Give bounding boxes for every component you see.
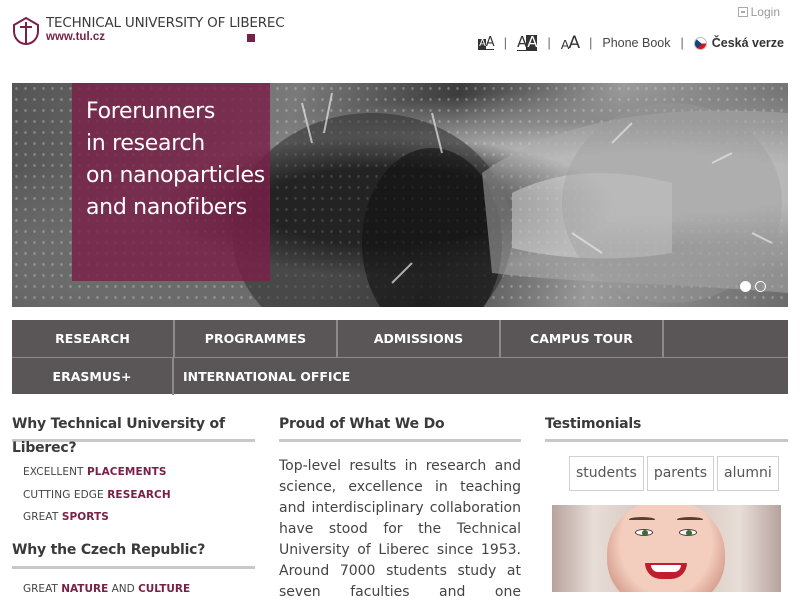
slider-dots (740, 281, 766, 292)
czech-heading: Why the Czech Republic? (12, 540, 255, 569)
czech-item-keyword-2: CULTURE (138, 582, 191, 595)
login-link[interactable]: Login (737, 5, 780, 19)
czech-list: GREAT NATURE AND CULTURE (12, 581, 255, 597)
testimonial-photo[interactable] (552, 505, 781, 592)
tab-parents[interactable]: parents (646, 456, 714, 491)
font-size-medium-label: A (516, 33, 527, 51)
toolbar-separator: | (589, 36, 593, 50)
tab-alumni[interactable]: alumni (717, 456, 779, 491)
nav-item-empty (664, 320, 788, 357)
university-emblem-icon (13, 16, 39, 46)
login-label: Login (750, 5, 780, 19)
testimonials-tabs: students parents alumni (569, 456, 788, 491)
font-size-medium-button[interactable]: AA (516, 33, 538, 51)
testimonials-column: Testimonials students parents alumni (545, 414, 788, 592)
nav-item-programmes[interactable]: PROGRAMMES (175, 320, 338, 357)
why-item-placements[interactable]: EXCELLENT PLACEMENTS (12, 461, 255, 484)
nav-item-international-office[interactable]: INTERNATIONAL OFFICE (174, 358, 474, 395)
czech-item-connector: AND (111, 582, 135, 595)
hero-caption: Forerunners in research on nanoparticles… (86, 96, 266, 224)
why-item-keyword: PLACEMENTS (87, 466, 167, 478)
testimonial-face-image (607, 505, 725, 592)
face-brow (677, 517, 703, 522)
proud-column: Proud of What We Do Top-level results in… (279, 414, 521, 600)
czech-item-nature-culture[interactable]: GREAT NATURE AND CULTURE (12, 581, 255, 597)
hero-caption-line: and nanofibers (86, 195, 247, 220)
toolbar-separator: | (547, 36, 551, 50)
proud-heading: Proud of What We Do (279, 414, 521, 442)
nav-row-1: RESEARCH PROGRAMMES ADMISSIONS CAMPUS TO… (12, 320, 788, 357)
face-mouth (645, 563, 687, 579)
font-size-large-label: A (560, 38, 570, 53)
why-list: EXCELLENT PLACEMENTS CUTTING EDGE RESEAR… (12, 461, 255, 529)
font-size-small-label-2: A (485, 35, 495, 50)
font-size-small-label: A (478, 38, 486, 50)
why-item-prefix: EXCELLENT (23, 466, 84, 478)
why-item-keyword: RESEARCH (107, 488, 171, 501)
nav-row-2: ERASMUS+ INTERNATIONAL OFFICE (12, 357, 788, 395)
proud-text: Top-level results in research and scienc… (279, 458, 521, 600)
hero-caption-line: Forerunners (86, 99, 216, 124)
logo-square (247, 34, 255, 42)
font-size-large-button[interactable]: AA (560, 33, 580, 53)
nav-item-admissions[interactable]: ADMISSIONS (338, 320, 501, 357)
hero-caption-line: in research (86, 131, 205, 156)
why-item-prefix: CUTTING EDGE (23, 488, 104, 501)
face-brow (629, 517, 655, 522)
nav-item-erasmus[interactable]: ERASMUS+ (12, 358, 174, 395)
nav-item-research[interactable]: RESEARCH (12, 320, 175, 357)
why-heading-line-1: Why Technical University of (12, 416, 225, 432)
main-navigation: RESEARCH PROGRAMMES ADMISSIONS CAMPUS TO… (12, 320, 788, 395)
face-eye (679, 529, 697, 536)
language-label: Česká verze (711, 36, 784, 50)
tab-students[interactable]: students (569, 456, 644, 491)
toolbar-separator: | (503, 36, 507, 50)
toolbar-separator: | (680, 36, 684, 50)
slider-dot-2[interactable] (755, 281, 766, 292)
why-item-sports[interactable]: GREAT SPORTS (12, 506, 255, 529)
slider-dot-1[interactable] (740, 281, 751, 292)
czech-flag-icon (693, 36, 707, 50)
font-size-large-label-2: A (568, 33, 580, 53)
logo-url: www.tul.cz (46, 31, 105, 43)
hero-caption-line: on nanoparticles (86, 163, 265, 188)
why-item-research[interactable]: CUTTING EDGE RESEARCH (12, 484, 255, 507)
login-icon (737, 7, 748, 17)
why-column: Why Technical University of Liberec? EXC… (12, 414, 255, 597)
why-item-prefix: GREAT (23, 511, 59, 523)
hero-slider[interactable]: Forerunners in research on nanoparticles… (12, 83, 788, 307)
why-heading-line-2: Liberec? (12, 440, 77, 456)
czech-item-keyword-1: NATURE (61, 582, 109, 595)
why-heading: Why Technical University of Liberec? (12, 414, 255, 456)
why-item-keyword: SPORTS (61, 511, 109, 523)
font-size-small-button[interactable]: AA (478, 35, 495, 50)
top-toolbar: AA | AA | AA | Phone Book | Česká verze (478, 33, 784, 53)
language-switch-link[interactable]: Česká verze (693, 36, 784, 50)
czech-item-prefix: GREAT (23, 582, 58, 595)
logo-name: TECHNICAL UNIVERSITY OF LIBEREC (46, 15, 285, 31)
face-eye (635, 529, 653, 536)
testimonials-heading: Testimonials (545, 414, 788, 442)
font-size-medium-label-2: A (526, 33, 538, 51)
university-logo[interactable]: TECHNICAL UNIVERSITY OF LIBEREC www.tul.… (12, 14, 285, 48)
phone-book-link[interactable]: Phone Book (602, 36, 670, 50)
nav-item-campus-tour[interactable]: CAMPUS TOUR (501, 320, 664, 357)
